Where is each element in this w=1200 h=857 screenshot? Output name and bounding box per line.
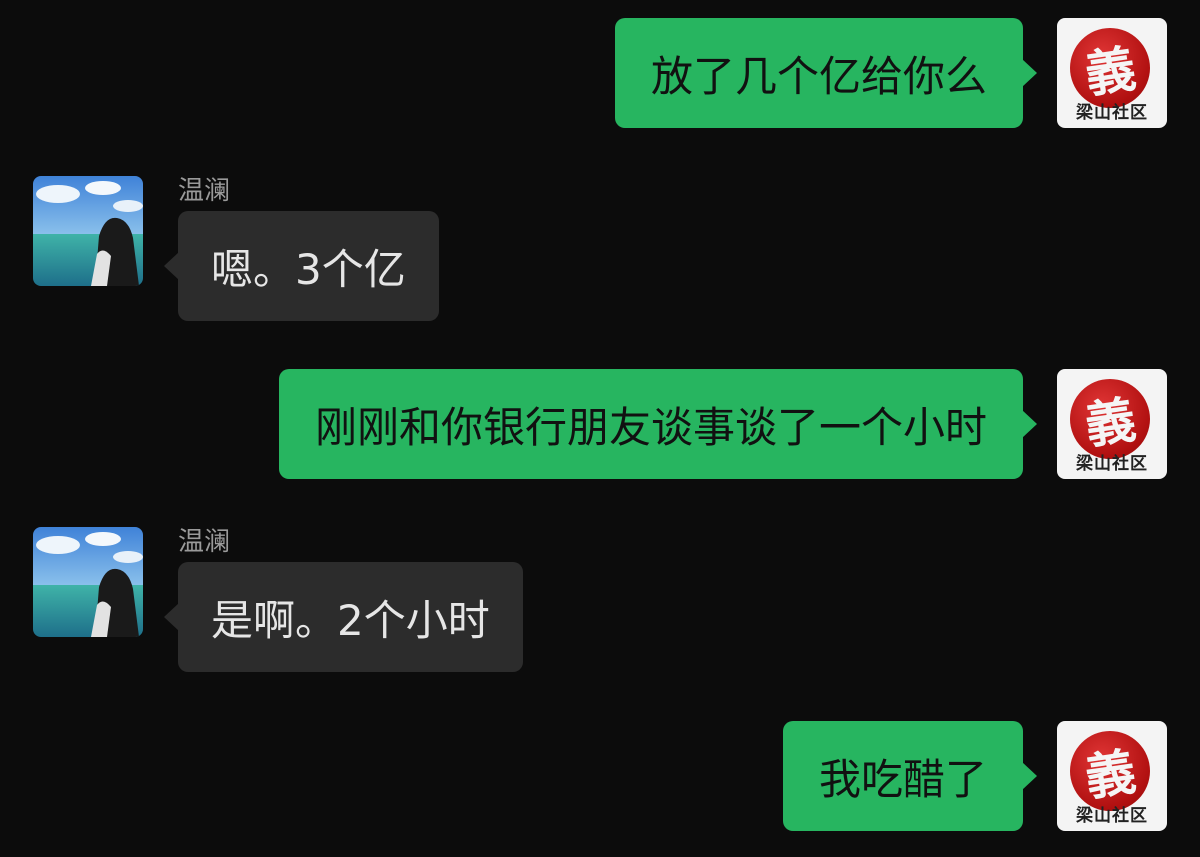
chat-message-outgoing: 刚刚和你银行朋友谈事谈了一个小时 義 梁山社区 <box>0 369 1200 480</box>
avatar[interactable]: 義 梁山社区 <box>1057 721 1167 831</box>
message-bubble[interactable]: 嗯。3个亿 <box>164 211 439 321</box>
avatar-caption: 梁山社区 <box>1076 103 1148 123</box>
seal-icon: 義 <box>1070 379 1150 459</box>
seal-icon: 義 <box>1070 28 1150 108</box>
avatar[interactable]: 義 梁山社区 <box>1057 369 1167 479</box>
avatar-caption: 梁山社区 <box>1076 806 1148 826</box>
avatar[interactable]: 義 梁山社区 <box>1057 18 1167 128</box>
ocean-photo-icon <box>33 527 143 637</box>
sender-name: 温澜 <box>178 176 231 206</box>
avatar[interactable] <box>33 527 143 637</box>
chat-message-incoming: 温澜 嗯。3个亿 <box>0 170 1200 322</box>
avatar-caption: 梁山社区 <box>1076 454 1148 474</box>
chat-message-incoming: 温澜 是啊。2个小时 <box>0 521 1200 673</box>
message-bubble[interactable]: 刚刚和你银行朋友谈事谈了一个小时 <box>278 369 1038 479</box>
chat-message-outgoing: 放了几个亿给你么 義 梁山社区 <box>0 18 1200 129</box>
chat-message-outgoing: 我吃醋了 義 梁山社区 <box>0 721 1200 832</box>
seal-icon: 義 <box>1070 731 1150 811</box>
message-bubble[interactable]: 放了几个亿给你么 <box>614 18 1038 128</box>
ocean-photo-icon <box>33 176 143 286</box>
message-bubble[interactable]: 我吃醋了 <box>782 721 1038 831</box>
sender-name: 温澜 <box>178 527 231 557</box>
message-bubble[interactable]: 是啊。2个小时 <box>164 562 523 672</box>
avatar[interactable] <box>33 176 143 286</box>
